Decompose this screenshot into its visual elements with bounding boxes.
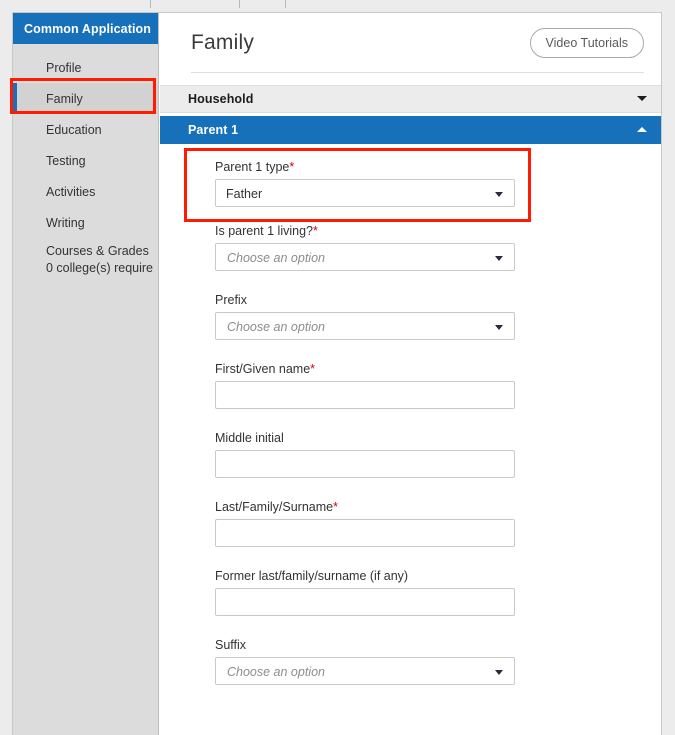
field-label: First/Given name* [215, 362, 661, 376]
field-label: Former last/family/surname (if any) [215, 569, 661, 583]
section-header-parent-1[interactable]: Parent 1 [160, 116, 661, 144]
chevron-up-icon [636, 124, 648, 136]
chevron-down-icon [636, 93, 648, 105]
field-is-parent-1-living: Is parent 1 living?* Choose an option [160, 224, 661, 271]
sidebar-item-family[interactable]: Family [13, 83, 158, 114]
input-last-family-surname[interactable] [215, 519, 515, 547]
sidebar: Common Application Profile Family Educat… [13, 13, 159, 735]
field-parent-1-type: Parent 1 type* Father [160, 160, 661, 207]
field-label: Middle initial [215, 431, 661, 445]
field-last-family-surname: Last/Family/Surname* [160, 500, 661, 547]
field-first-given-name: First/Given name* [160, 362, 661, 409]
sidebar-item-label: Profile [46, 60, 82, 75]
sidebar-item-education[interactable]: Education [13, 114, 158, 145]
video-tutorials-button[interactable]: Video Tutorials [529, 27, 644, 58]
section-header-household[interactable]: Household [160, 85, 661, 113]
sidebar-item-activities[interactable]: Activities [13, 176, 158, 207]
sidebar-item-label: Courses & Grades [46, 244, 149, 258]
select-parent-1-type[interactable]: Father [215, 179, 515, 207]
input-middle-initial[interactable] [215, 450, 515, 478]
chevron-down-icon [495, 256, 503, 261]
field-label-text: Prefix [215, 293, 247, 307]
input-first-given-name[interactable] [215, 381, 515, 409]
field-label-text: Last/Family/Surname [215, 500, 334, 514]
field-label-text: Former last/family/surname (if any) [215, 569, 409, 583]
sidebar-item-writing[interactable]: Writing [13, 207, 158, 238]
sidebar-item-label: Education [46, 122, 102, 137]
required-marker: * [333, 500, 338, 514]
sidebar-item-label: Family [46, 91, 83, 106]
sidebar-item-label: Activities [46, 184, 96, 199]
family-accordion: Household Parent 1 Parent 1 type* Father [160, 73, 661, 685]
sidebar-item-sublabel: 0 college(s) require [46, 260, 153, 275]
field-label-text: Suffix [215, 638, 247, 652]
field-suffix: Suffix Choose an option [160, 638, 661, 685]
field-label-text: First/Given name [215, 362, 311, 376]
sidebar-header: Common Application [13, 13, 158, 44]
field-middle-initial: Middle initial [160, 431, 661, 478]
chevron-down-icon [495, 325, 503, 330]
field-label: Is parent 1 living?* [215, 224, 661, 238]
page-header: Family Video Tutorials [160, 13, 661, 72]
select-suffix[interactable]: Choose an option [215, 657, 515, 685]
section-label: Household [188, 92, 254, 106]
field-label-text: Is parent 1 living? [215, 224, 313, 238]
section-label: Parent 1 [188, 123, 239, 137]
field-label: Parent 1 type* [215, 160, 661, 174]
field-label-text: Parent 1 type [215, 160, 290, 174]
sidebar-item-testing[interactable]: Testing [13, 145, 158, 176]
select-prefix[interactable]: Choose an option [215, 312, 515, 340]
field-prefix: Prefix Choose an option [160, 293, 661, 340]
application-window: Common Application Profile Family Educat… [12, 12, 662, 735]
field-label-text: Middle initial [215, 431, 284, 445]
sidebar-nav-list: Profile Family Education Testing Activit… [13, 44, 158, 276]
select-placeholder: Choose an option [227, 320, 325, 334]
input-former-last-family-surname[interactable] [215, 588, 515, 616]
select-value: Father [226, 187, 263, 201]
chrome-separator [239, 0, 240, 8]
sidebar-item-courses-and-grades[interactable]: Courses & Grades 0 college(s) require [13, 238, 158, 276]
chrome-separator [150, 0, 151, 8]
main-content: Family Video Tutorials Household Parent … [160, 13, 661, 735]
chrome-separator [285, 0, 286, 8]
chevron-down-icon [495, 192, 503, 197]
select-placeholder: Choose an option [227, 665, 325, 679]
select-placeholder: Choose an option [227, 251, 325, 265]
field-label: Prefix [215, 293, 661, 307]
field-former-last-family-surname: Former last/family/surname (if any) [160, 569, 661, 616]
required-marker: * [289, 160, 295, 174]
required-marker: * [310, 362, 316, 376]
browser-chrome-strip [0, 0, 675, 12]
sidebar-item-profile[interactable]: Profile [13, 52, 158, 83]
sidebar-header-label: Common Application [24, 21, 152, 36]
sidebar-item-label: Writing [46, 215, 85, 230]
required-marker: * [312, 224, 318, 238]
field-label: Last/Family/Surname* [215, 500, 661, 514]
screen-root: Common Application Profile Family Educat… [0, 0, 675, 735]
sidebar-item-label: Testing [46, 153, 86, 168]
parent-1-form: Parent 1 type* Father Is parent 1 living… [160, 144, 661, 685]
select-is-parent-1-living[interactable]: Choose an option [215, 243, 515, 271]
chevron-down-icon [495, 670, 503, 675]
page-title: Family [191, 30, 255, 54]
field-label: Suffix [215, 638, 661, 652]
